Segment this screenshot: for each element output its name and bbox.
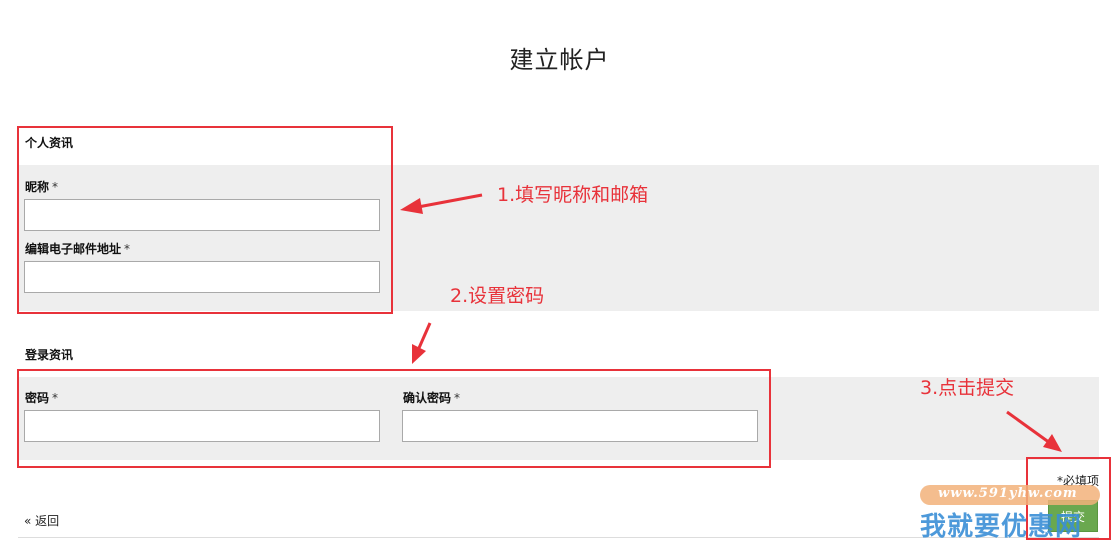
arrow-3-head (1043, 434, 1062, 452)
page: 建立帐户 个人资讯 昵称 * 编辑电子邮件地址 * 登录资讯 密码 * 确认密码 * *… (0, 0, 1119, 548)
arrow-3-shaft (1006, 410, 1051, 445)
annotation-arrows (400, 193, 1062, 452)
watermark-url: www.591yhw.com (938, 486, 1078, 501)
arrow-1-shaft (417, 193, 483, 209)
arrow-2-shaft (417, 322, 432, 349)
arrow-1-head (400, 198, 423, 214)
watermark-text: 我就要优惠网 (920, 512, 1083, 542)
